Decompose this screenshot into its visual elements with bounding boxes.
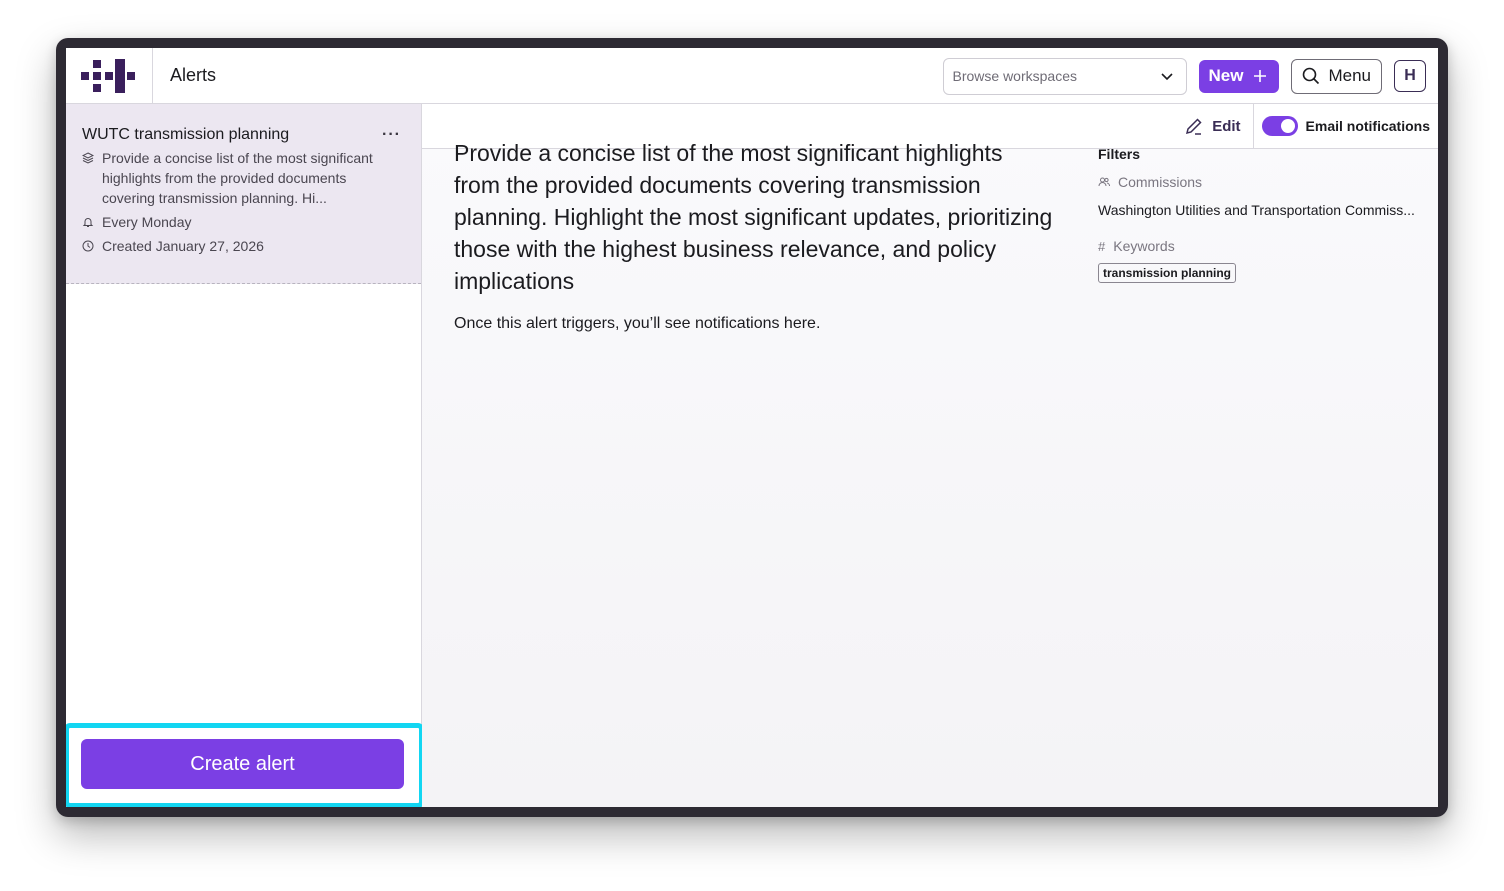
email-notifications-label: Email notifications xyxy=(1305,118,1430,134)
alert-list-item[interactable]: WUTC transmission planning ··· Provide a… xyxy=(66,104,421,284)
plus-icon xyxy=(1254,70,1267,82)
empty-notifications-message: Once this alert triggers, you’ll see not… xyxy=(454,315,821,332)
users-icon xyxy=(1098,177,1110,187)
menu-button-label: Menu xyxy=(1328,66,1371,85)
alert-schedule: Every Monday xyxy=(102,214,192,230)
app-window: Alerts Browse workspaces New Menu H WUTC… xyxy=(66,48,1438,807)
alerts-sidebar: WUTC transmission planning ··· Provide a… xyxy=(66,104,424,807)
keyword-chip: transmission planning xyxy=(1098,263,1237,283)
page-title: Alerts xyxy=(170,65,217,85)
layers-icon xyxy=(82,148,94,164)
create-alert-button[interactable]: Create alert xyxy=(81,739,404,789)
alert-description-row: Provide a concise list of the most signi… xyxy=(82,148,405,208)
commissions-label-row: Commissions xyxy=(1098,174,1428,190)
header-actions: Browse workspaces New Menu H xyxy=(942,48,1426,104)
menu-button[interactable]: Menu xyxy=(1291,58,1382,94)
logo[interactable] xyxy=(66,48,153,104)
bell-icon xyxy=(82,212,94,228)
edit-button-label: Edit xyxy=(1212,117,1241,135)
more-options-icon[interactable]: ··· xyxy=(382,126,401,144)
keywords-label-row: # Keywords xyxy=(1098,238,1428,254)
workspace-select-placeholder: Browse workspaces xyxy=(952,68,1078,84)
alert-description: Provide a concise list of the most signi… xyxy=(102,150,373,206)
alert-schedule-row: Every Monday xyxy=(82,212,405,232)
clock-icon xyxy=(82,236,94,252)
email-notifications: Email notifications xyxy=(1254,104,1438,148)
keywords-label: Keywords xyxy=(1113,238,1175,254)
alert-created: Created January 27, 2026 xyxy=(102,238,264,254)
logo-icon xyxy=(81,58,135,93)
hash-icon: # xyxy=(1098,238,1106,254)
new-button-label: New xyxy=(1208,66,1244,85)
user-avatar[interactable]: H xyxy=(1394,60,1426,92)
commissions-value: Washington Utilities and Transportation … xyxy=(1098,202,1415,218)
edit-button[interactable]: Edit xyxy=(1172,104,1254,148)
email-notifications-toggle[interactable] xyxy=(1261,116,1298,136)
create-alert-highlight: Create alert xyxy=(66,723,424,807)
workspace-select[interactable]: Browse workspaces xyxy=(942,57,1187,95)
alert-title: WUTC transmission planning xyxy=(82,126,290,143)
new-button[interactable]: New xyxy=(1198,59,1280,93)
alert-created-row: Created January 27, 2026 xyxy=(82,236,405,256)
app-frame: Alerts Browse workspaces New Menu H WUTC… xyxy=(56,38,1448,817)
commissions-label: Commissions xyxy=(1118,174,1203,190)
top-header: Alerts Browse workspaces New Menu H xyxy=(66,48,1438,104)
filters-title: Filters xyxy=(1098,146,1141,162)
alert-detail: Edit Email notifications Provide a conci… xyxy=(422,104,1438,807)
alert-prompt: Provide a concise list of the most signi… xyxy=(454,140,1053,294)
filters-panel: Filters Commissions Washington Utilities… xyxy=(1098,146,1428,283)
chevron-down-icon xyxy=(1160,73,1173,81)
pencil-icon xyxy=(1186,118,1202,135)
search-icon xyxy=(1303,67,1320,85)
